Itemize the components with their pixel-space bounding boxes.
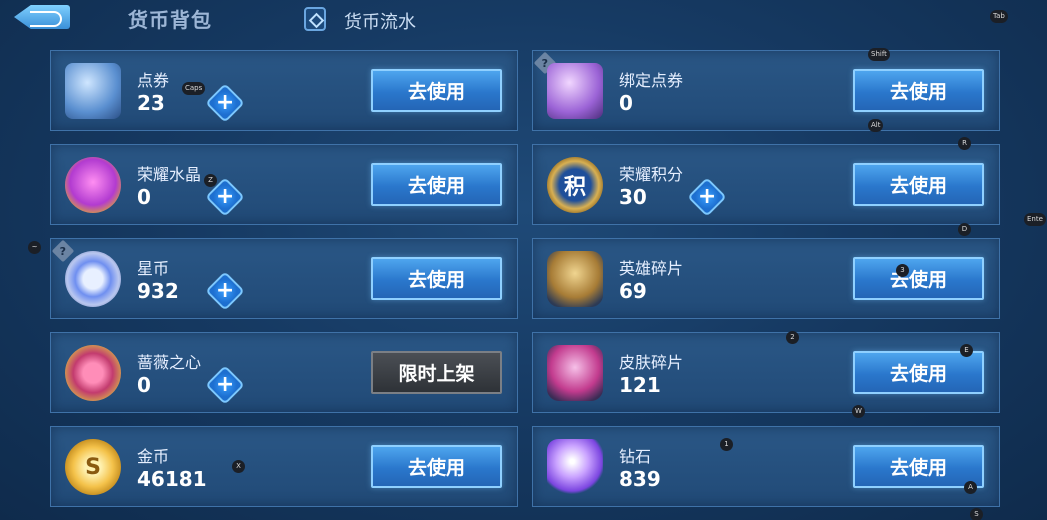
currency-value: 69 [619, 279, 647, 303]
help-icon[interactable]: ? [51, 239, 75, 263]
use-glory-points-button[interactable]: 去使用 [853, 163, 984, 206]
use-diamond-button[interactable]: 去使用 [853, 445, 984, 488]
glory-crystal-icon [65, 157, 121, 213]
currency-card-diamond: 钻石 839 去使用 [532, 426, 1000, 507]
key-hint-tilde: ~ [28, 241, 41, 254]
key-hint-e: E [960, 344, 973, 357]
currency-value: 0 [137, 373, 151, 397]
add-star-coin-button[interactable]: + [205, 271, 245, 311]
key-hint-s: S [970, 508, 983, 520]
use-hero-fragment-button[interactable]: 去使用 [853, 257, 984, 300]
key-hint-a: A [964, 481, 977, 494]
hero-fragment-icon [547, 251, 603, 307]
key-hint-z: Z [204, 174, 217, 187]
ticket-icon [65, 63, 121, 119]
currency-name: 荣耀积分 [619, 165, 684, 184]
use-glory-crystal-button[interactable]: 去使用 [371, 163, 502, 206]
currency-card-glory-crystal: 荣耀水晶 0 + 去使用 [50, 144, 518, 225]
currency-value: 0 [137, 185, 151, 209]
currency-flow-icon[interactable] [304, 7, 326, 31]
key-hint-1: 1 [720, 438, 733, 451]
bound-ticket-icon [547, 63, 603, 119]
add-ticket-button[interactable]: + [205, 83, 245, 123]
currency-value: 932 [137, 279, 179, 303]
currency-value: 30 [619, 185, 647, 209]
currency-name: 皮肤碎片 [619, 353, 684, 372]
currency-value: 46181 [137, 467, 207, 491]
limited-time-button[interactable]: 限时上架 [371, 351, 502, 394]
tab-currency-wallet[interactable]: 货币背包 [128, 4, 212, 33]
gold-coin-icon: S [65, 439, 121, 495]
currency-card-gold-coin: S 金币 46181 去使用 [50, 426, 518, 507]
key-hint-caps: Caps [182, 82, 206, 95]
currency-name: 绑定点券 [619, 71, 684, 90]
glory-points-icon: 积 [547, 157, 603, 213]
back-arrow-icon[interactable] [14, 5, 70, 29]
currency-name: 英雄碎片 [619, 259, 684, 278]
key-hint-2: 2 [786, 331, 799, 344]
add-glory-points-button[interactable]: + [687, 177, 727, 217]
currency-card-ticket: 点券 23 + 去使用 [50, 50, 518, 131]
currency-name: 钻石 [619, 447, 652, 466]
key-hint-x: X [232, 460, 245, 473]
currency-card-hero-fragment: 英雄碎片 69 去使用 [532, 238, 1000, 319]
use-star-coin-button[interactable]: 去使用 [371, 257, 502, 300]
currency-value: 839 [619, 467, 661, 491]
key-hint-3: 3 [896, 264, 909, 277]
currency-value: 23 [137, 91, 165, 115]
diamond-icon [547, 439, 603, 495]
add-rose-heart-button[interactable]: + [205, 365, 245, 405]
tab-currency-flow[interactable]: 货币流水 [344, 8, 416, 34]
currency-value: 121 [619, 373, 661, 397]
key-hint-tab: Tab [990, 10, 1008, 23]
top-bar: 货币背包 货币流水 [0, 0, 1047, 40]
currency-card-glory-points: 积 荣耀积分 30 + 去使用 [532, 144, 1000, 225]
key-hint-w: W [852, 405, 865, 418]
star-coin-icon [65, 251, 121, 307]
glory-points-icon-text: 积 [563, 175, 586, 200]
currency-card-skin-fragment: 皮肤碎片 121 去使用 [532, 332, 1000, 413]
use-gold-coin-button[interactable]: 去使用 [371, 445, 502, 488]
currency-name: 蔷薇之心 [137, 353, 202, 372]
currency-card-bound-ticket: ? 绑定点券 0 去使用 [532, 50, 1000, 131]
currency-value: 0 [619, 91, 633, 115]
currency-card-star-coin: ? 星币 932 + 去使用 [50, 238, 518, 319]
skin-fragment-icon [547, 345, 603, 401]
use-ticket-button[interactable]: 去使用 [371, 69, 502, 112]
currency-name: 星币 [137, 259, 170, 278]
currency-name: 金币 [137, 447, 170, 466]
key-hint-shift: Shift [868, 48, 890, 61]
use-skin-fragment-button[interactable]: 去使用 [853, 351, 984, 394]
use-bound-ticket-button[interactable]: 去使用 [853, 69, 984, 112]
key-hint-d: D [958, 223, 971, 236]
key-hint-r: R [958, 137, 971, 150]
currency-name: 点券 [137, 71, 170, 90]
key-hint-enter: Ente [1024, 213, 1046, 226]
currency-name: 荣耀水晶 [137, 165, 202, 184]
currency-card-rose-heart: 蔷薇之心 0 + 限时上架 [50, 332, 518, 413]
rose-heart-icon [65, 345, 121, 401]
gold-coin-icon-text: S [85, 454, 101, 480]
